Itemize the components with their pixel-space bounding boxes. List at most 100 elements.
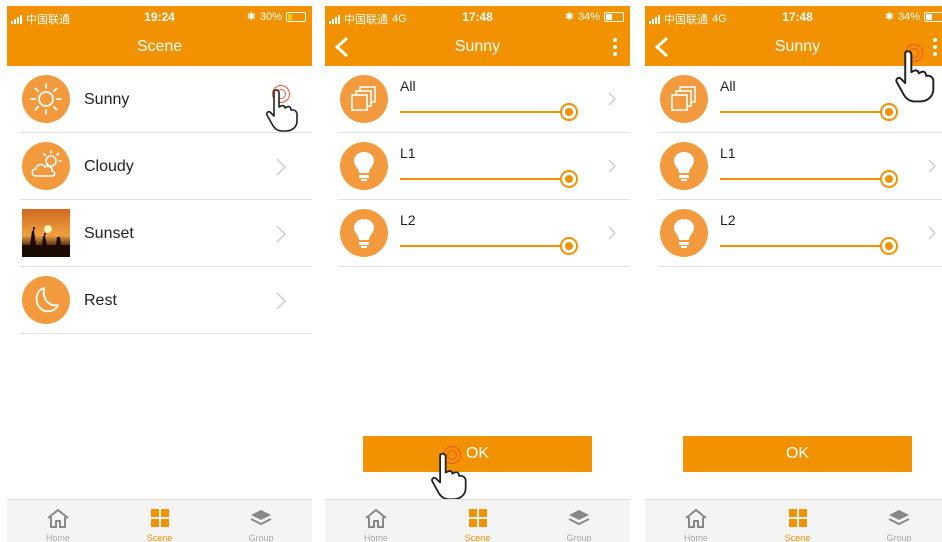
scene-row-rest[interactable]: Rest (20, 267, 312, 334)
slider-knob[interactable] (880, 170, 898, 188)
slider-knob[interactable] (560, 103, 578, 121)
chevron-right-icon (276, 292, 287, 310)
tab-home[interactable]: Home (645, 500, 747, 542)
light-row-l2[interactable]: L2 (338, 200, 630, 267)
tab-label: Group (566, 533, 592, 542)
scene-detail-screen: 中国联通 4G 17:48 ✱ 34% Sunny All L1 L2 OK H… (645, 6, 942, 542)
bulb-icon (660, 142, 708, 190)
scene-label: Sunset (84, 225, 134, 242)
tab-home[interactable]: Home (7, 500, 109, 542)
pointer-hand-icon (895, 50, 935, 103)
sunset-photo (22, 209, 70, 257)
brightness-slider[interactable] (720, 103, 898, 121)
scene-row-sunny[interactable]: Sunny (20, 66, 312, 133)
chevron-right-icon (608, 92, 616, 106)
moon-icon (22, 276, 70, 324)
tab-scene[interactable]: Scene (109, 500, 211, 542)
scene-label: Cloudy (84, 158, 134, 175)
tab-group[interactable]: Group (528, 500, 630, 542)
battery-icon (286, 11, 306, 22)
scene-list-screen: 中国联通 19:24 ✱ 30% Scene Sunny Cloudy Sunse… (7, 6, 312, 542)
light-row-all[interactable]: All (338, 66, 630, 133)
light-row-l1[interactable]: L1 (658, 133, 942, 200)
chevron-right-icon (608, 226, 616, 240)
cloud-sun-icon (22, 142, 70, 190)
tab-label: Home (45, 533, 70, 542)
tab-scene[interactable]: Scene (427, 500, 529, 542)
slider-knob[interactable] (560, 170, 578, 188)
home-icon (685, 508, 707, 528)
battery-icon (604, 11, 624, 22)
light-label: L2 (400, 212, 416, 228)
light-label: L1 (400, 145, 416, 161)
brightness-slider[interactable] (720, 237, 898, 255)
bluetooth-icon: ✱ (246, 11, 256, 23)
layers-icon (340, 75, 388, 123)
page-title: Sunny (454, 38, 501, 55)
tab-label: Scene (784, 533, 811, 542)
nav-bar: Sunny (325, 28, 630, 66)
tab-scene[interactable]: Scene (747, 500, 849, 542)
tab-bar: Home Scene Group (7, 499, 312, 542)
status-bar: 中国联通 4G 17:48 ✱ 34% (645, 6, 942, 28)
tab-group[interactable]: Group (210, 500, 312, 542)
layers-stack-icon (888, 510, 910, 526)
layers-stack-icon (250, 510, 272, 526)
tab-home[interactable]: Home (325, 500, 427, 542)
scene-grid-icon (788, 509, 807, 527)
bluetooth-icon: ✱ (564, 11, 574, 23)
bulb-icon (340, 142, 388, 190)
light-label: L1 (720, 145, 736, 161)
status-bar: 中国联通 19:24 ✱ 30% (7, 6, 312, 28)
tab-bar: Home Scene Group (645, 499, 942, 542)
light-row-l1[interactable]: L1 (338, 133, 630, 200)
layers-icon (660, 75, 708, 123)
light-label: L2 (720, 212, 736, 228)
tab-label: Scene (146, 533, 173, 542)
light-row-l2[interactable]: L2 (658, 200, 942, 267)
slider-knob[interactable] (880, 103, 898, 121)
more-vertical-icon[interactable] (612, 38, 618, 56)
scene-label: Sunny (84, 91, 130, 108)
tab-label: Group (248, 533, 274, 542)
battery-percent: 30% (259, 10, 282, 23)
battery-percent: 34% (897, 10, 920, 23)
brightness-slider[interactable] (400, 103, 578, 121)
scene-row-cloudy[interactable]: Cloudy (20, 133, 312, 200)
battery-icon (924, 11, 942, 22)
nav-bar: Scene (7, 28, 312, 66)
bulb-icon (340, 209, 388, 257)
tab-label: Group (886, 533, 912, 542)
tab-group[interactable]: Group (848, 500, 942, 542)
ok-button[interactable]: OK (683, 436, 912, 472)
bluetooth-icon: ✱ (884, 11, 894, 23)
tab-bar: Home Scene Group (325, 499, 630, 542)
chevron-right-icon (276, 158, 287, 176)
home-icon (47, 508, 69, 528)
scene-label: Rest (84, 292, 117, 309)
scene-grid-icon (150, 509, 169, 527)
battery-percent: 34% (577, 10, 600, 23)
tab-label: Scene (464, 533, 491, 542)
brightness-slider[interactable] (720, 170, 898, 188)
pointer-hand-icon (431, 452, 467, 501)
light-label: All (720, 78, 736, 94)
chevron-right-icon (608, 159, 616, 173)
pointer-hand-icon (265, 89, 298, 132)
scene-grid-icon (468, 509, 487, 527)
chevron-right-icon (928, 159, 936, 173)
home-icon (365, 508, 387, 528)
light-label: All (400, 78, 416, 94)
slider-knob[interactable] (560, 237, 578, 255)
tab-label: Home (363, 533, 388, 542)
brightness-slider[interactable] (400, 170, 578, 188)
brightness-slider[interactable] (400, 237, 578, 255)
slider-knob[interactable] (880, 237, 898, 255)
ok-button[interactable]: OK (363, 436, 592, 472)
tab-label: Home (683, 533, 708, 542)
status-bar: 中国联通 4G 17:48 ✱ 34% (325, 6, 630, 28)
layers-stack-icon (568, 510, 590, 526)
chevron-right-icon (276, 225, 287, 243)
bulb-icon (660, 209, 708, 257)
scene-row-sunset[interactable]: Sunset (20, 200, 312, 267)
